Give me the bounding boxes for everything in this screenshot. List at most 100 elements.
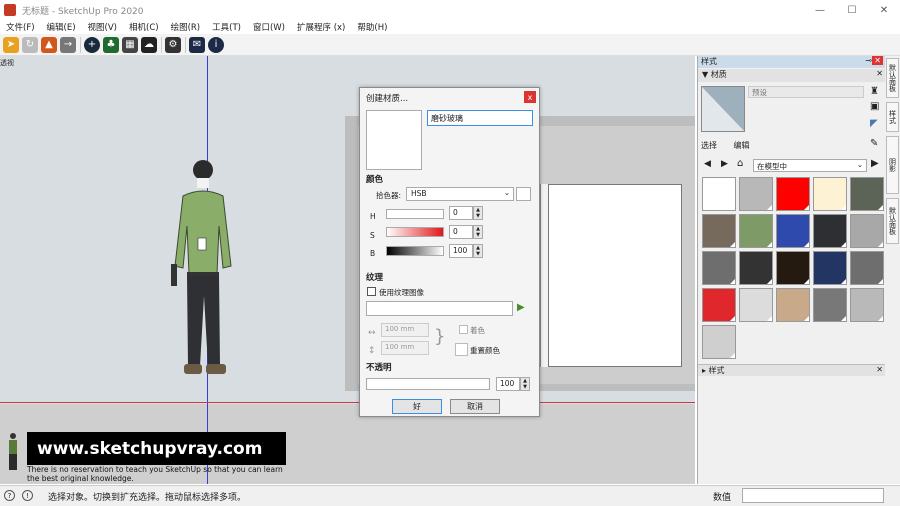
material-swatch[interactable] xyxy=(850,177,884,211)
material-swatch[interactable] xyxy=(702,251,736,285)
material-swatch[interactable] xyxy=(702,214,736,248)
b-value[interactable]: 100 xyxy=(449,244,473,258)
sketchup-app-icon xyxy=(4,4,16,16)
reset-color-label[interactable]: 重置颜色 xyxy=(470,345,500,356)
material-swatch[interactable] xyxy=(850,288,884,322)
colorize-checkbox[interactable] xyxy=(459,325,468,334)
texture-path-input[interactable] xyxy=(366,301,513,316)
reset-material-icon[interactable]: ◤ xyxy=(870,118,878,129)
scale-figure[interactable] xyxy=(165,156,245,416)
tab-select[interactable]: 选择 xyxy=(701,141,717,150)
select-tool-icon[interactable]: ➤ xyxy=(3,36,19,53)
forward-arrow-icon[interactable]: ▶ xyxy=(721,159,728,169)
s-spinner[interactable]: ▲ ▼ xyxy=(473,225,483,239)
material-swatch[interactable] xyxy=(739,288,773,322)
tray-close-icon[interactable]: ✕ xyxy=(872,56,883,65)
material-swatch[interactable] xyxy=(739,251,773,285)
material-swatch[interactable] xyxy=(739,177,773,211)
model-viewport[interactable]: 透视 www.sketchupvray.com There is no rese… xyxy=(0,56,695,484)
material-name-input[interactable]: 磨砂玻璃 xyxy=(427,110,533,126)
eyedropper-icon[interactable]: ✎ xyxy=(870,138,878,149)
styles-header[interactable]: ▸ 样式 ✕ xyxy=(698,364,886,376)
side-tab-default-tray[interactable]: 默认面板 xyxy=(886,58,899,98)
glass-panel[interactable] xyxy=(548,184,682,367)
use-texture-checkbox[interactable] xyxy=(367,287,376,296)
material-swatch[interactable] xyxy=(813,214,847,248)
material-swatch[interactable] xyxy=(776,177,810,211)
texture-width-input[interactable]: 100 mm xyxy=(381,323,429,337)
s-value[interactable]: 0 xyxy=(449,225,473,239)
material-swatch[interactable] xyxy=(739,214,773,248)
cloud-icon[interactable]: ☁ xyxy=(141,36,157,53)
cancel-button[interactable]: 取消 xyxy=(450,399,500,414)
materials-header[interactable]: ▼ 材质 ✕ xyxy=(698,69,886,82)
styles-close-icon[interactable]: ✕ xyxy=(876,365,883,374)
hue-slider[interactable] xyxy=(386,209,444,219)
create-material-icon[interactable]: ▣ xyxy=(870,101,879,112)
sample-paint-icon[interactable]: ♜ xyxy=(870,86,879,97)
color-swatch[interactable] xyxy=(516,187,531,201)
info-icon[interactable]: i xyxy=(208,36,224,53)
menu-camera[interactable]: 相机(C) xyxy=(129,21,159,33)
maximize-button[interactable]: ☐ xyxy=(837,0,867,20)
link-aspect-icon[interactable]: } xyxy=(434,326,445,347)
menu-help[interactable]: 帮助(H) xyxy=(357,21,387,33)
material-swatch[interactable] xyxy=(776,214,810,248)
rotate-icon[interactable]: ↻ xyxy=(22,36,38,53)
menu-file[interactable]: 文件(F) xyxy=(6,21,35,33)
saturation-slider[interactable] xyxy=(386,227,444,237)
side-tab-styles[interactable]: 样式 xyxy=(886,102,899,132)
side-tab-shadows[interactable]: 阴影 xyxy=(886,136,899,194)
paint-bucket-icon[interactable]: ▲ xyxy=(41,36,57,53)
minimize-button[interactable]: — xyxy=(805,0,835,20)
material-swatch[interactable] xyxy=(776,288,810,322)
info-icon[interactable]: ! xyxy=(22,490,33,501)
h-value[interactable]: 0 xyxy=(449,206,473,220)
material-swatch[interactable] xyxy=(702,288,736,322)
pin-icon[interactable]: ⊸ xyxy=(865,56,872,65)
ok-button[interactable]: 好 xyxy=(392,399,442,414)
tab-edit[interactable]: 编辑 xyxy=(734,141,750,150)
measurements-input[interactable] xyxy=(742,488,884,503)
material-swatch[interactable] xyxy=(813,288,847,322)
materials-close-icon[interactable]: ✕ xyxy=(876,69,883,78)
add-icon[interactable]: + xyxy=(84,36,100,53)
material-library-select[interactable]: 在模型中 ⌄ xyxy=(753,159,867,172)
material-swatch[interactable] xyxy=(813,177,847,211)
mail-icon[interactable]: ✉ xyxy=(189,36,205,53)
gear-icon[interactable]: ⚙ xyxy=(165,36,181,53)
menu-view[interactable]: 视图(V) xyxy=(88,21,117,33)
menu-draw[interactable]: 绘图(R) xyxy=(171,21,201,33)
texture-height-input[interactable]: 100 mm xyxy=(381,341,429,355)
reset-color-swatch[interactable] xyxy=(455,343,468,356)
browse-folder-icon[interactable]: ▶ xyxy=(517,302,525,313)
h-spinner[interactable]: ▲ ▼ xyxy=(473,206,483,220)
help-icon[interactable]: ? xyxy=(4,490,15,501)
back-arrow-icon[interactable]: ◀ xyxy=(704,159,711,169)
material-swatch[interactable] xyxy=(850,251,884,285)
checker-icon[interactable]: ▦ xyxy=(122,36,138,53)
close-window-button[interactable]: ✕ xyxy=(869,0,899,20)
warehouse-icon[interactable]: ♣ xyxy=(103,36,119,53)
menu-window[interactable]: 窗口(W) xyxy=(253,21,285,33)
tape-measure-icon[interactable]: → xyxy=(60,36,76,53)
opacity-slider[interactable] xyxy=(366,378,490,390)
material-swatch[interactable] xyxy=(702,325,736,359)
home-icon[interactable]: ⌂ xyxy=(737,158,743,169)
menu-tools[interactable]: 工具(T) xyxy=(212,21,241,33)
opacity-value[interactable]: 100 xyxy=(496,377,520,391)
b-spinner[interactable]: ▲ ▼ xyxy=(473,244,483,258)
material-swatch[interactable] xyxy=(850,214,884,248)
menu-edit[interactable]: 编辑(E) xyxy=(47,21,76,33)
brightness-slider[interactable] xyxy=(386,246,444,256)
opacity-spinner[interactable]: ▲ ▼ xyxy=(520,377,530,391)
side-tab-default-panel[interactable]: 默认面板 xyxy=(886,198,899,244)
color-picker-select[interactable]: HSB ⌄ xyxy=(406,187,514,201)
details-arrow-icon[interactable]: ▶ xyxy=(871,158,879,169)
dialog-close-button[interactable]: x xyxy=(524,91,536,103)
menu-extensions[interactable]: 扩展程序 (x) xyxy=(297,21,345,33)
material-swatch[interactable] xyxy=(702,177,736,211)
material-swatch[interactable] xyxy=(813,251,847,285)
material-name-field[interactable]: 预设 xyxy=(748,86,864,98)
material-swatch[interactable] xyxy=(776,251,810,285)
